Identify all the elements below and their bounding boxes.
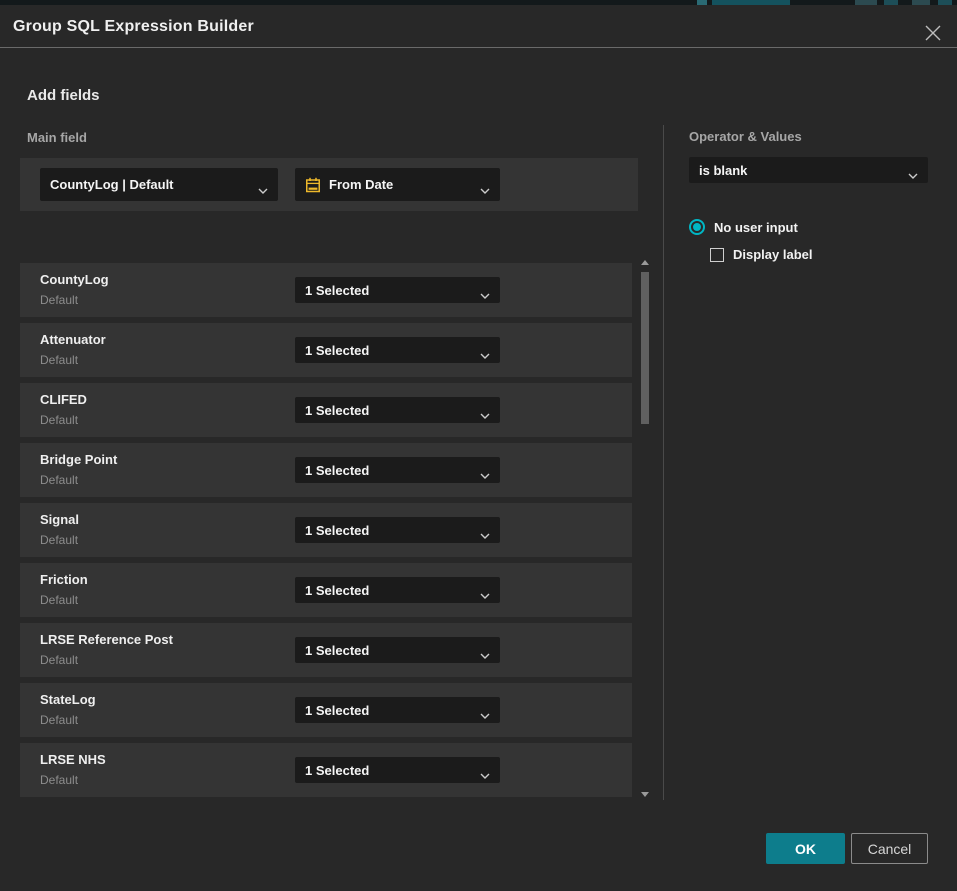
chevron-down-icon [908, 167, 918, 182]
radio-icon [689, 219, 705, 235]
selected-count: 1 Selected [305, 343, 369, 358]
radio-label: No user input [714, 220, 798, 235]
field-selected-dropdown[interactable]: 1 Selected [295, 757, 500, 783]
chevron-down-icon [480, 707, 490, 722]
field-name: CountyLog [40, 272, 109, 287]
layer-select-dropdown[interactable]: CountyLog | Default [40, 168, 278, 201]
chevron-down-icon [480, 647, 490, 662]
field-name: Friction [40, 572, 88, 587]
selected-count: 1 Selected [305, 283, 369, 298]
ok-button[interactable]: OK [766, 833, 845, 864]
chevron-down-icon [480, 182, 490, 197]
scroll-down-icon[interactable] [641, 792, 649, 797]
operator-dropdown[interactable]: is blank [689, 157, 928, 183]
field-row-bridge-point: Bridge Point Default 1 Selected [20, 443, 632, 497]
field-selected-dropdown[interactable]: 1 Selected [295, 517, 500, 543]
screen: Group SQL Expression Builder Add fields … [0, 0, 957, 891]
main-field-panel: CountyLog | Default From Date [20, 158, 638, 211]
field-name: LRSE NHS [40, 752, 106, 767]
field-name: LRSE Reference Post [40, 632, 173, 647]
field-subtitle: Default [40, 413, 78, 427]
selected-count: 1 Selected [305, 583, 369, 598]
all-fields-list: CountyLog Default 1 Selected Attenuator … [20, 263, 632, 803]
field-name: CLIFED [40, 392, 87, 407]
chevron-down-icon [480, 287, 490, 302]
chevron-down-icon [480, 527, 490, 542]
dialog-title: Group SQL Expression Builder [13, 5, 254, 48]
display-label-checkbox[interactable]: Display label [710, 247, 812, 262]
field-selected-dropdown[interactable]: 1 Selected [295, 697, 500, 723]
field-row-lrse-reference-post: LRSE Reference Post Default 1 Selected [20, 623, 632, 677]
fields-scrollbar[interactable] [640, 256, 650, 801]
field-selected-dropdown[interactable]: 1 Selected [295, 457, 500, 483]
selected-count: 1 Selected [305, 643, 369, 658]
field-subtitle: Default [40, 593, 78, 607]
field-name: StateLog [40, 692, 96, 707]
field-selected-dropdown[interactable]: 1 Selected [295, 397, 500, 423]
field-subtitle: Default [40, 473, 78, 487]
main-field-select-dropdown[interactable]: From Date [295, 168, 500, 201]
chevron-down-icon [480, 347, 490, 362]
main-field-heading: Main field [27, 130, 87, 145]
selected-count: 1 Selected [305, 763, 369, 778]
add-fields-heading: Add fields [27, 87, 100, 104]
selected-count: 1 Selected [305, 463, 369, 478]
scroll-up-icon[interactable] [641, 260, 649, 265]
selected-count: 1 Selected [305, 703, 369, 718]
dialog-header: Group SQL Expression Builder [0, 5, 957, 48]
field-subtitle: Default [40, 653, 78, 667]
field-subtitle: Default [40, 293, 78, 307]
chevron-down-icon [480, 767, 490, 782]
chevron-down-icon [258, 182, 268, 197]
field-row-clifed: CLIFED Default 1 Selected [20, 383, 632, 437]
checkbox-label: Display label [733, 247, 812, 262]
checkbox-icon [710, 248, 724, 262]
field-row-statelog: StateLog Default 1 Selected [20, 683, 632, 737]
close-icon[interactable] [920, 20, 946, 46]
field-selected-dropdown[interactable]: 1 Selected [295, 577, 500, 603]
field-selected-dropdown[interactable]: 1 Selected [295, 337, 500, 363]
cancel-button[interactable]: Cancel [851, 833, 928, 864]
field-name: Signal [40, 512, 79, 527]
field-row-friction: Friction Default 1 Selected [20, 563, 632, 617]
operator-value: is blank [699, 163, 747, 178]
field-subtitle: Default [40, 773, 78, 787]
field-name: Bridge Point [40, 452, 117, 467]
calendar-date-icon [305, 177, 321, 193]
field-subtitle: Default [40, 353, 78, 367]
chevron-down-icon [480, 467, 490, 482]
field-subtitle: Default [40, 713, 78, 727]
field-row-lrse-nhs: LRSE NHS Default 1 Selected [20, 743, 632, 797]
operator-values-heading: Operator & Values [689, 129, 802, 144]
vertical-divider [663, 125, 664, 800]
selected-count: 1 Selected [305, 523, 369, 538]
chevron-down-icon [480, 587, 490, 602]
layer-select-value: CountyLog | Default [50, 177, 174, 192]
field-selected-dropdown[interactable]: 1 Selected [295, 637, 500, 663]
field-row-countylog: CountyLog Default 1 Selected [20, 263, 632, 317]
field-selected-dropdown[interactable]: 1 Selected [295, 277, 500, 303]
selected-count: 1 Selected [305, 403, 369, 418]
no-user-input-radio[interactable]: No user input [689, 219, 798, 235]
main-field-select-value: From Date [329, 177, 393, 192]
scrollbar-thumb[interactable] [641, 272, 649, 424]
field-row-attenuator: Attenuator Default 1 Selected [20, 323, 632, 377]
chevron-down-icon [480, 407, 490, 422]
field-name: Attenuator [40, 332, 106, 347]
field-row-signal: Signal Default 1 Selected [20, 503, 632, 557]
field-subtitle: Default [40, 533, 78, 547]
